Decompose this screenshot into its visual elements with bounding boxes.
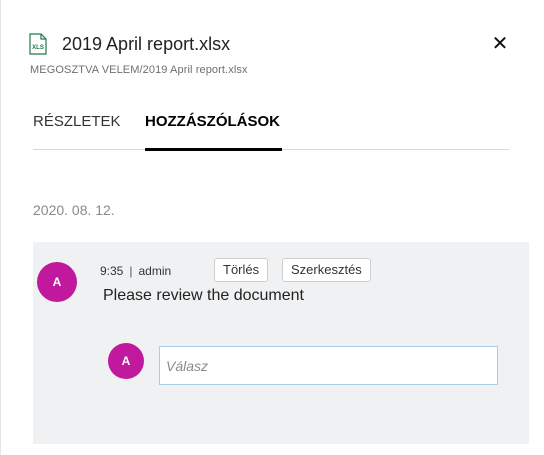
file-title: 2019 April report.xlsx [62,34,231,54]
reply-avatar: A [108,343,144,379]
comments-panel: XLS 2019 April report.xlsx ✕ MEGOSZTVA V… [0,0,544,455]
xlsx-file-icon: XLS [29,33,47,55]
delete-button[interactable]: Törlés [214,258,269,282]
comment-thread: A 9:35 | admin Törlés Szerkesztés Please r… [33,242,529,444]
close-icon[interactable]: ✕ [491,33,509,55]
comment-date: 2020. 08. 12. [33,202,115,218]
avatar: A [37,262,77,302]
reply-input[interactable] [159,346,498,385]
comment-meta: 9:35 | admin [100,264,171,278]
edit-button[interactable]: Szerkesztés [282,258,371,282]
panel-header: XLS 2019 April report.xlsx ✕ [29,33,519,57]
xlsx-icon-label: XLS [32,45,44,51]
tab-comments[interactable]: HOZZÁSZÓLÁSOK [145,108,282,151]
active-tab-indicator [145,148,282,151]
breadcrumb: MEGOSZTVA VELEM/2019 April report.xlsx [30,64,248,76]
tab-comments-label: HOZZÁSZÓLÁSOK [145,113,280,130]
comment-text: Please review the document [103,287,304,304]
tab-details[interactable]: RÉSZLETEK [33,108,121,150]
comment-author: admin [138,264,172,278]
tab-bar: RÉSZLETEK HOZZÁSZÓLÁSOK [33,108,509,151]
meta-separator: | [129,264,133,278]
comment-time: 9:35 [100,264,124,278]
